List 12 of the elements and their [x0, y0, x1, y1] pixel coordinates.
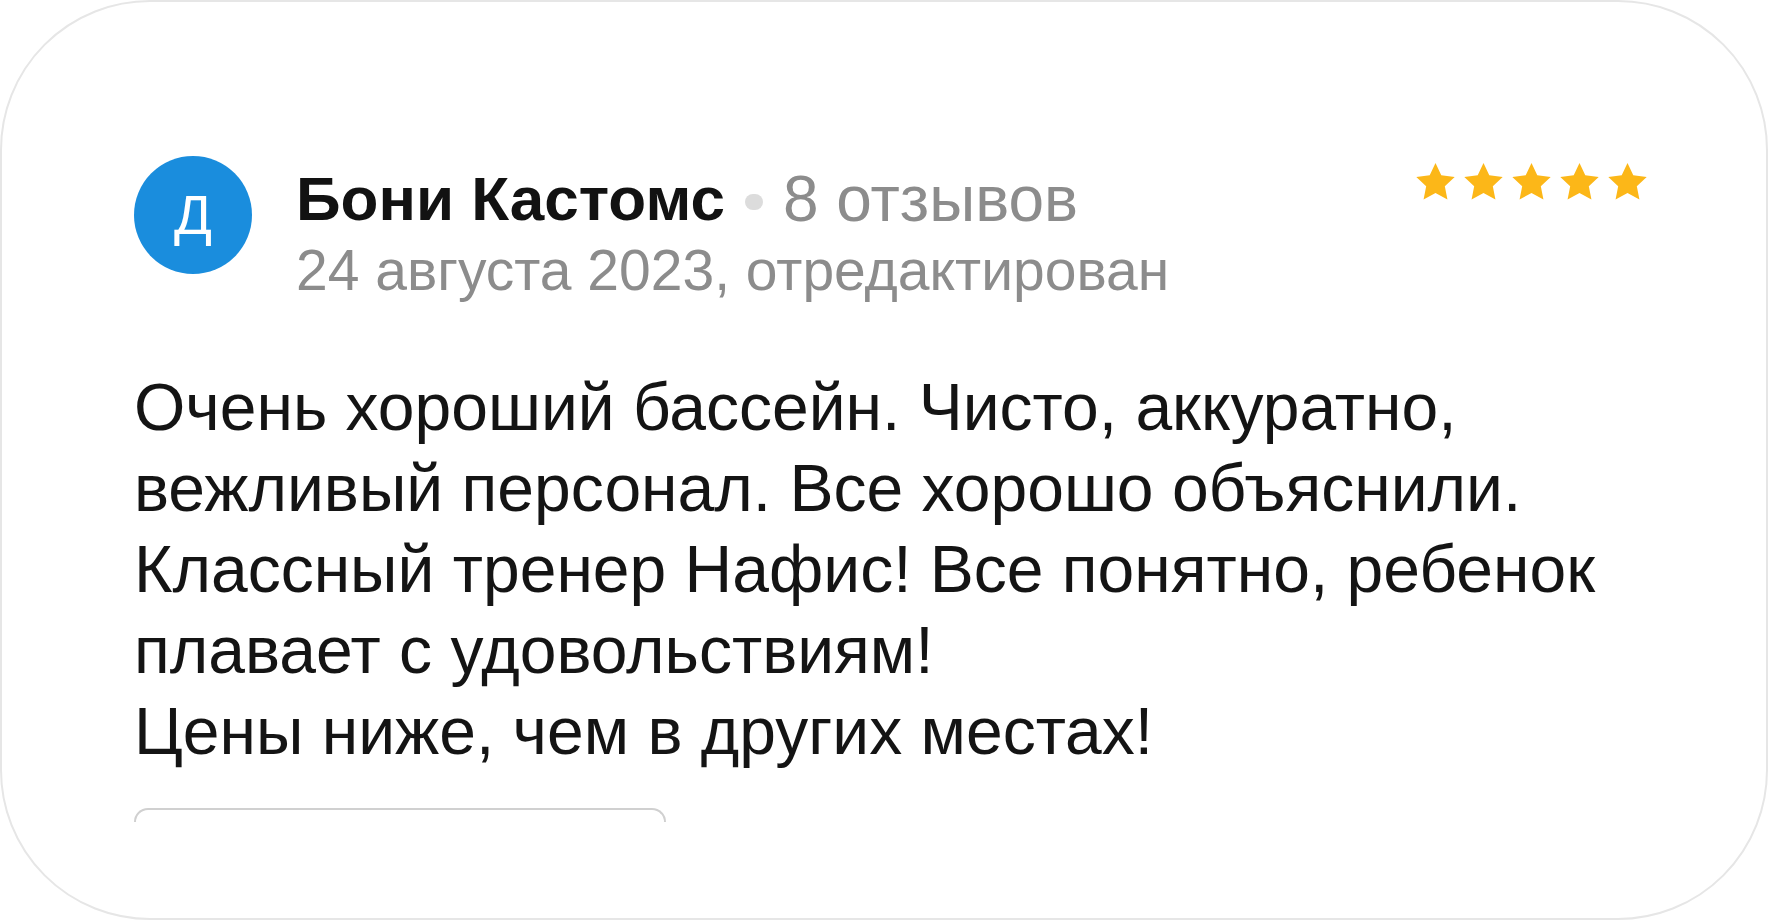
review-date: 24 августа 2023, отредактирован	[296, 238, 1170, 302]
star-icon	[1463, 162, 1504, 202]
review-text: Очень хороший бассейн. Чисто, аккуратно, вежливый персонал. Все хорошо объяснили. Классный тренер Нафис! Все понятно, ребенок плавает с удовольствиям!	[134, 369, 1597, 689]
star-icon	[1415, 162, 1456, 202]
star-icon	[1559, 162, 1600, 202]
author-name[interactable]: Бони Кастомс	[296, 164, 725, 234]
review-text: Цены ниже, чем в других местах!	[134, 693, 1155, 770]
star-icon	[1607, 162, 1648, 202]
reviews-count: 8 отзывов	[782, 164, 1078, 234]
button-outline[interactable]	[134, 808, 666, 822]
star-icon	[1511, 162, 1552, 202]
avatar: Д	[134, 156, 252, 274]
